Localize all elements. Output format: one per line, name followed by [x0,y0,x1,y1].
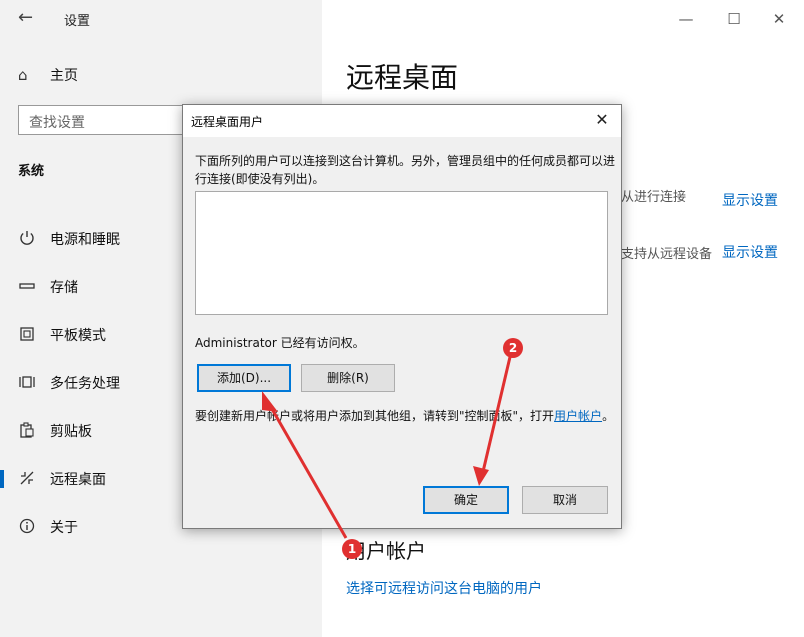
info-icon [18,518,36,536]
clipboard-icon [18,422,36,440]
home-icon: ⌂ [18,66,28,84]
show-settings-link[interactable]: 显示设置 [722,242,778,262]
remote-desktop-users-dialog: 远程桌面用户 ✕ 下面所列的用户可以连接到这台计算机。另外，管理员组中的任何成员… [182,104,622,529]
access-info-text: Administrator 已经有访问权。 [195,336,365,350]
select-users-link[interactable]: 选择可远程访问这台电脑的用户 [346,578,542,598]
setting-description-partial: 从进行连接 [621,190,687,205]
back-arrow-icon[interactable]: ← [18,8,38,28]
sidebar-item-label: 关于 [50,520,78,536]
sidebar-item-label: 存储 [50,280,78,296]
power-icon [18,230,36,248]
close-window-button[interactable]: ✕ [769,10,789,28]
sidebar-item-label: 剪贴板 [50,424,92,440]
show-settings-link[interactable]: 显示设置 [722,190,778,210]
users-listbox[interactable] [195,191,608,315]
minimize-button[interactable]: — [676,10,696,28]
dialog-titlebar: 远程桌面用户 ✕ [183,105,621,137]
sidebar-item-label: 平板模式 [50,328,106,344]
cancel-button[interactable]: 取消 [522,486,608,514]
note-suffix: 。 [602,409,615,423]
dialog-description: 下面所列的用户可以连接到这台计算机。另外，管理员组中的任何成员都可以进行连接(即… [195,154,616,186]
add-button[interactable]: 添加(D)... [197,364,291,392]
dialog-note: 要创建新用户帐户或将用户添加到其他组，请转到"控制面板"，打开用户帐户。 [195,407,615,425]
ok-button[interactable]: 确定 [423,486,509,514]
sidebar-item-label: 电源和睡眠 [50,232,120,248]
settings-window: ← 设置 ⌂ 主页 查找设置 系统 电源和睡眠 存储 平板模式 多任务处理 剪贴… [0,0,804,637]
multitasking-icon [18,374,36,392]
close-icon[interactable]: ✕ [591,109,613,131]
remove-button[interactable]: 删除(R) [301,364,395,392]
app-title: 设置 [64,14,91,29]
sidebar-item-home[interactable]: ⌂ 主页 [18,64,78,86]
user-accounts-link[interactable]: 用户帐户 [554,409,602,423]
step-badge-2: 2 [503,338,523,358]
section-title: 系统 [18,164,45,179]
remote-desktop-icon [18,470,36,488]
note-text: 要创建新用户帐户或将用户添加到其他组，请转到"控制面板"，打开 [195,409,555,423]
tablet-mode-icon [18,326,36,344]
storage-icon [18,278,36,296]
dialog-title: 远程桌面用户 [191,115,264,129]
search-placeholder: 查找设置 [29,115,85,131]
setting-description-partial: 支持从远程设备 [621,247,713,262]
sidebar-item-label: 多任务处理 [50,376,120,392]
page-title: 远程桌面 [346,61,459,94]
step-badge-1: 1 [342,539,362,559]
maximize-button[interactable]: ☐ [724,10,744,28]
sidebar-item-label: 主页 [50,68,78,84]
sidebar-item-label: 远程桌面 [50,472,106,488]
